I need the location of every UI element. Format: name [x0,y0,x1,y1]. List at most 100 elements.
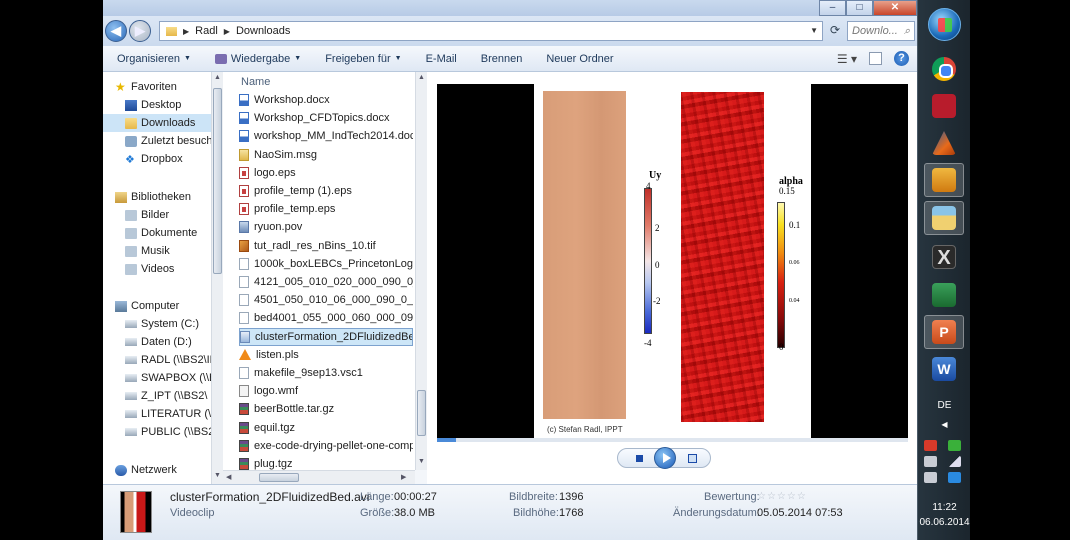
file-row[interactable]: clusterFormation_2DFluidizedBed. [239,327,413,346]
file-row[interactable]: beerBottle.tar.gz [239,400,413,418]
chevron-down-icon[interactable]: ▼ [810,26,818,35]
file-row[interactable]: 1000k_boxLEBCs_PrincetonLogoM [239,255,413,273]
nav-libraries[interactable]: Bibliotheken [115,188,191,206]
file-row[interactable]: NaoSim.msg [239,146,413,164]
refresh-icon[interactable]: ⟳ [825,21,845,41]
nav-public-share[interactable]: PUBLIC (\\BS2\ [125,423,211,441]
search-input[interactable]: Downlo... ⌕ [847,21,915,41]
new-folder-button[interactable]: Neuer Ordner [546,53,613,65]
burn-button[interactable]: Brennen [481,53,523,65]
nav-zipt-share[interactable]: Z_IPT (\\BS2\ ( [125,387,211,405]
scroll-left-icon[interactable]: ◀ [226,473,231,481]
scroll-down-icon[interactable]: ▼ [214,472,221,479]
volume-icon[interactable] [924,472,937,483]
dropbox-icon[interactable] [947,472,961,483]
scroll-right-icon[interactable]: ▶ [401,473,406,481]
tray-device-icon[interactable] [924,456,937,467]
file-row[interactable]: profile_temp.eps [239,200,413,218]
taskbar-explorer[interactable] [924,201,964,235]
file-row[interactable]: bed4001_055_000_060_000_095_0_ [239,309,413,327]
tray-app-icon[interactable] [947,440,961,451]
tray-app-icon[interactable] [924,440,937,451]
preview-pane-icon[interactable] [869,52,882,65]
file-row[interactable]: logo.eps [239,164,413,182]
nav-pictures[interactable]: Bilder [125,206,169,224]
network-icon [115,464,127,476]
view-options-icon[interactable]: ☰ ▾ [837,52,857,66]
file-row[interactable]: listen.pls [239,346,413,364]
taskbar-powerpoint[interactable]: P [924,315,964,349]
file-row[interactable]: workshop_MM_IndTech2014.docx [239,127,413,145]
show-hidden-icons[interactable]: ◀ [918,420,971,429]
scrollbar-thumb[interactable] [259,473,299,482]
nav-favorites[interactable]: ★ Favoriten [115,78,177,96]
scrollbar-thumb[interactable] [417,390,426,436]
nav-computer[interactable]: Computer [115,297,179,315]
minimize-button[interactable]: – [819,0,846,16]
scroll-down-icon[interactable]: ▼ [418,458,425,465]
close-button[interactable]: ✕ [873,0,917,16]
nav-recent[interactable]: Zuletzt besucht [125,132,211,150]
nav-desktop[interactable]: Desktop [125,96,181,114]
nav-videos[interactable]: Videos [125,260,174,278]
nav-documents[interactable]: Dokumente [125,224,197,242]
file-row[interactable]: makefile_9sep13.vsc1 [239,364,413,382]
forward-button[interactable]: ▶ [129,20,151,42]
taskbar-outlook[interactable] [924,163,964,197]
nav-music[interactable]: Musik [125,242,170,260]
clock-date[interactable]: 06.06.2014 [918,517,971,528]
nav-dropbox[interactable]: ❖ Dropbox [125,150,183,168]
breadcrumb-downloads[interactable]: Downloads [236,25,290,37]
nav-literatur-share[interactable]: LITERATUR (\\E [125,405,211,423]
nav-downloads[interactable]: Downloads [103,114,211,132]
nav-swapbox-share[interactable]: SWAPBOX (\\B [125,369,211,387]
taskbar-xming[interactable]: X [924,240,964,274]
play-button[interactable]: Wiedergabe ▼ [214,53,301,65]
file-row[interactable]: profile_temp (1).eps [239,182,413,200]
share-button[interactable]: Freigeben für ▼ [325,53,401,65]
address-bar[interactable]: ▶ Radl ▶ Downloads ▼ [159,21,823,41]
taskbar-mendeley[interactable] [924,89,964,123]
breadcrumb-radl[interactable]: Radl [195,25,218,37]
taskbar-excel[interactable] [924,278,964,312]
nav-scrollbar[interactable]: ▲ ▼ [211,72,223,484]
maximize-button[interactable]: □ [846,0,873,16]
file-list-scrollbar[interactable]: ▲ ▼ [415,72,427,470]
nav-network[interactable]: Netzwerk [115,461,177,479]
taskbar-matlab[interactable] [924,126,964,160]
file-list-hscrollbar[interactable]: ◀ ▶ [223,470,415,484]
nav-data-drive[interactable]: Daten (D:) [125,333,192,351]
file-row[interactable]: 4121_005_010_020_000_090_0_000 [239,273,413,291]
chevron-down-icon: ▼ [183,55,191,62]
stop-button[interactable] [636,455,643,462]
file-row[interactable]: ryuon.pov [239,218,413,236]
file-row[interactable]: tut_radl_res_nBins_10.tif [239,237,413,255]
playback-progress-bar[interactable] [437,438,908,442]
language-indicator[interactable]: DE [918,400,971,411]
taskbar-word[interactable]: W [924,352,964,386]
start-button[interactable] [928,8,961,41]
scrollbar-thumb[interactable] [213,88,222,274]
nav-system-drive[interactable]: System (C:) [125,315,199,333]
nav-radl-share[interactable]: RADL (\\BS2\IP [125,351,211,369]
file-row[interactable]: exe-code-drying-pellet-one-comp [239,437,413,455]
help-icon[interactable]: ? [894,51,909,66]
fullscreen-button[interactable] [688,454,697,463]
column-header-name[interactable]: Name [241,76,270,88]
video-frame[interactable]: (c) Stefan Radl, IPPT Uy 4 2 0 -2 -4 alp… [437,84,908,438]
back-button[interactable]: ◀ [105,20,127,42]
file-row[interactable]: Workshop_CFDTopics.docx [239,109,413,127]
play-button[interactable] [654,447,676,469]
file-row[interactable]: 4501_050_010_06_000_090_0_000_ [239,291,413,309]
clock-time[interactable]: 11:22 [918,502,971,513]
email-button[interactable]: E-Mail [426,53,457,65]
rating-stars[interactable]: ☆☆☆☆☆ [757,491,807,502]
taskbar-chrome[interactable] [924,52,964,86]
file-row[interactable]: logo.wmf [239,382,413,400]
file-row[interactable]: equil.tgz [239,419,413,437]
scroll-up-icon[interactable]: ▲ [418,74,425,81]
signal-icon[interactable] [947,456,961,467]
file-row[interactable]: Workshop.docx [239,91,413,109]
organize-button[interactable]: Organisieren ▼ [117,53,191,65]
scroll-up-icon[interactable]: ▲ [214,74,221,81]
